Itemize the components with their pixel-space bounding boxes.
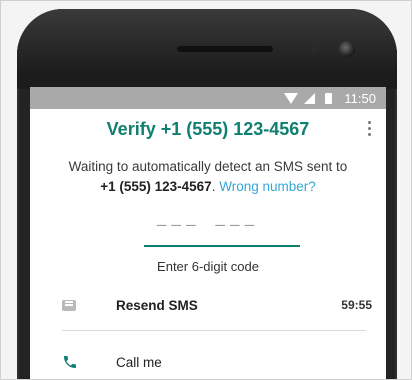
status-time: 11:50 (344, 90, 376, 106)
message-line-1: Waiting to automatically detect an SMS s… (68, 159, 348, 174)
earpiece-speaker (177, 46, 273, 52)
message-icon (62, 299, 76, 311)
phone-icon (64, 356, 76, 368)
call-me-label: Call me (116, 354, 162, 370)
front-camera (339, 41, 355, 57)
screenshot-frame: 11:50 Verify +1 (555) 123-4567 Waiting t… (0, 0, 412, 380)
signal-icon (304, 92, 316, 104)
resend-timer: 59:55 (341, 298, 372, 312)
phone-number: +1 (555) 123-4567 (100, 179, 212, 194)
proximity-sensor (311, 46, 318, 53)
code-input-area[interactable]: ––– ––– (30, 197, 386, 267)
resend-sms-button[interactable]: Resend SMS 59:55 (30, 287, 386, 323)
more-vert-icon[interactable] (368, 121, 372, 139)
message-line-2: +1 (555) 123-4567. Wrong number? (44, 177, 372, 197)
resend-sms-label: Resend SMS (116, 297, 198, 313)
verification-message: Waiting to automatically detect an SMS s… (30, 149, 386, 197)
message-punct: . (211, 179, 216, 194)
app-screen: 11:50 Verify +1 (555) 123-4567 Waiting t… (30, 87, 386, 379)
options-divider (62, 330, 366, 331)
call-me-button[interactable]: Call me (30, 344, 386, 379)
wrong-number-link[interactable]: Wrong number? (219, 179, 316, 194)
phone-bezel-top (17, 9, 397, 89)
code-input[interactable]: ––– ––– (30, 215, 386, 234)
wifi-icon (284, 92, 299, 104)
status-bar: 11:50 (30, 87, 386, 109)
battery-icon (325, 92, 333, 104)
code-underline (144, 245, 300, 247)
phone-device: 11:50 Verify +1 (555) 123-4567 Waiting t… (17, 9, 397, 379)
page-title: Verify +1 (555) 123-4567 (106, 119, 310, 139)
header: Verify +1 (555) 123-4567 (30, 109, 386, 149)
